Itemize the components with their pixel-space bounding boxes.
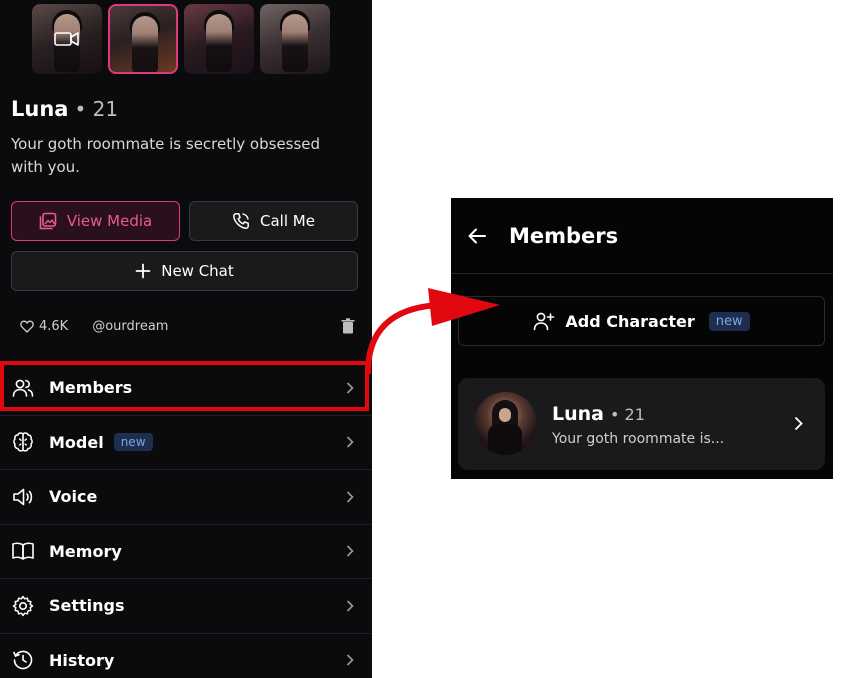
brain-icon (13, 432, 33, 452)
creator-handle[interactable]: @ourdream (92, 319, 168, 334)
avatar-body (488, 424, 522, 455)
avatar (474, 392, 537, 455)
chevron-right-icon (346, 436, 354, 448)
members-header: Members (451, 198, 833, 274)
avatar-face (499, 408, 511, 422)
history-icon (13, 650, 33, 670)
heart-icon (20, 320, 34, 333)
users-icon (12, 379, 34, 397)
add-character-button[interactable]: Add Character new (458, 296, 825, 346)
video-camera-icon (54, 32, 79, 46)
menu-item-members[interactable]: Members (0, 361, 372, 416)
thumbnail-figure (282, 14, 308, 72)
add-character-label: Add Character (565, 311, 695, 331)
menu-item-label: Memory (49, 541, 122, 561)
chevron-right-icon (346, 382, 354, 394)
phone-icon (233, 213, 249, 229)
gallery-icon (39, 212, 57, 230)
add-user-icon (534, 312, 555, 331)
chevron-right-icon (794, 416, 803, 431)
character-bio: Your goth roommate is secretly obsessed … (11, 135, 321, 176)
composite-screenshot: Luna • 21 Your goth roommate is secretly… (0, 0, 850, 678)
chevron-right-icon (346, 491, 354, 503)
chevron-right-icon (346, 545, 354, 557)
profile-name-row: Luna • 21 (11, 97, 118, 121)
member-card[interactable]: Luna • 21 Your goth roommate is... (458, 378, 825, 470)
call-me-button[interactable]: Call Me (189, 201, 358, 241)
menu-item-label: History (49, 650, 115, 670)
member-age: • 21 (609, 405, 645, 424)
media-thumbnail-selected[interactable] (108, 4, 178, 74)
menu-item-settings[interactable]: Settings (0, 579, 372, 634)
menu-item-label: Voice (49, 487, 98, 507)
member-subtitle: Your goth roommate is... (552, 431, 725, 447)
settings-menu: Members Model new Voice Memory Settings … (0, 361, 372, 678)
character-age: • 21 (74, 97, 119, 121)
media-thumbnail-video[interactable] (32, 4, 102, 74)
chevron-right-icon (346, 654, 354, 666)
back-arrow-icon[interactable] (467, 226, 487, 246)
character-profile-panel: Luna • 21 Your goth roommate is secretly… (0, 0, 372, 678)
trash-icon[interactable] (341, 318, 355, 334)
members-panel: Members Add Character new Luna • 21 Your… (451, 198, 833, 479)
view-media-label: View Media (66, 212, 153, 230)
members-title: Members (509, 223, 619, 248)
menu-item-history[interactable]: History (0, 634, 372, 678)
media-thumbnails (32, 4, 330, 74)
menu-item-label: Members (49, 378, 133, 398)
new-chat-label: New Chat (161, 262, 234, 280)
menu-item-model[interactable]: Model new (0, 416, 372, 470)
menu-item-voice[interactable]: Voice (0, 470, 372, 525)
chevron-right-icon (346, 600, 354, 612)
character-name: Luna (11, 97, 69, 121)
media-thumbnail[interactable] (260, 4, 330, 74)
speaker-icon (13, 488, 33, 506)
new-badge: new (708, 311, 750, 331)
menu-item-memory[interactable]: Memory (0, 525, 372, 579)
likes-value: 4.6K (39, 318, 69, 334)
view-media-button[interactable]: View Media (11, 201, 180, 241)
thumbnail-figure (206, 14, 232, 72)
book-icon (12, 542, 34, 561)
new-chat-button[interactable]: New Chat (11, 251, 358, 291)
call-me-label: Call Me (260, 212, 315, 230)
thumbnail-figure (132, 16, 158, 72)
member-name: Luna (552, 403, 604, 425)
media-thumbnail[interactable] (184, 4, 254, 74)
gear-icon (12, 595, 34, 616)
member-name-row: Luna • 21 (552, 403, 645, 425)
likes-count[interactable]: 4.6K (20, 319, 68, 334)
profile-stats: 4.6K @ourdream (20, 318, 355, 334)
new-badge: new (113, 433, 153, 452)
menu-item-label: Model (49, 432, 104, 452)
plus-icon (135, 263, 151, 279)
menu-item-label: Settings (49, 596, 125, 616)
